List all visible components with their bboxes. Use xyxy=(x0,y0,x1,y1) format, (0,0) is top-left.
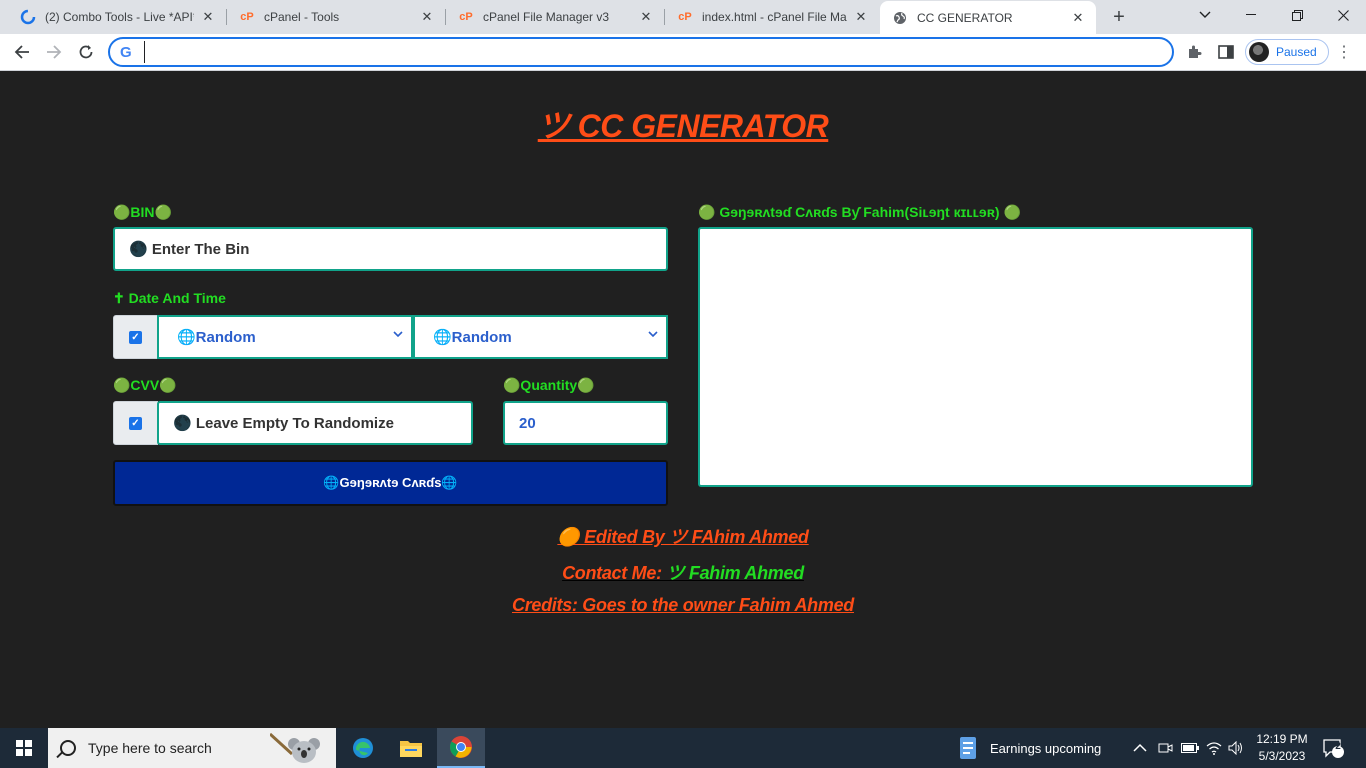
page-title: ツ CC GENERATOR xyxy=(537,108,829,144)
windows-taskbar: Type here to search Earnings upcoming 12… xyxy=(0,728,1366,768)
wifi-icon[interactable] xyxy=(1206,728,1222,768)
browser-toolbar: G Paused ⋮ xyxy=(0,34,1366,71)
tab-title: (2) Combo Tools - Live *API* xyxy=(45,10,194,24)
tab-cpanel-tools[interactable]: cP cPanel - Tools ✕ xyxy=(227,0,445,34)
cvv-checkbox[interactable]: ✓ xyxy=(129,416,142,430)
date-checkbox[interactable]: ✓ xyxy=(129,330,142,344)
tab-cpanel-file-manager[interactable]: cP cPanel File Manager v3 ✕ xyxy=(446,0,664,34)
notification-count: 2 xyxy=(1335,741,1341,752)
bin-input[interactable]: 🌑 Enter The Bin xyxy=(113,227,668,271)
chevron-down-icon xyxy=(648,327,658,341)
combo-tools-favicon xyxy=(20,9,36,25)
news-icon xyxy=(960,737,976,759)
restore-icon[interactable] xyxy=(1274,0,1320,30)
credits-text: Credits: Goes to the owner Fahim Ahmed xyxy=(512,595,854,615)
tab-index-html[interactable]: cP index.html - cPanel File Mana ✕ xyxy=(665,0,879,34)
cpanel-icon: cP xyxy=(678,11,692,23)
globe-icon xyxy=(892,10,908,26)
tab-cc-generator[interactable]: CC GENERATOR ✕ xyxy=(880,1,1096,34)
edge-icon[interactable] xyxy=(339,728,387,768)
back-arrow-icon[interactable] xyxy=(9,39,35,65)
battery-icon[interactable] xyxy=(1181,728,1199,768)
new-tab-icon[interactable]: + xyxy=(1108,6,1130,28)
clock-date: 5/3/2023 xyxy=(1258,749,1306,763)
generate-cards-button[interactable]: 🌐Gɘŋɘʀʌtɘ Cʌʀɗs🌐 xyxy=(113,460,668,506)
contact-link[interactable]: ツ Fahim Ahmed xyxy=(666,563,804,583)
tab-combo-tools[interactable]: (2) Combo Tools - Live *API* ✕ xyxy=(8,0,226,34)
extensions-puzzle-icon[interactable] xyxy=(1184,42,1204,62)
close-icon[interactable]: ✕ xyxy=(419,9,435,25)
close-icon[interactable]: ✕ xyxy=(638,9,654,25)
notifications-icon[interactable]: 2 xyxy=(1322,728,1344,768)
search-placeholder: Type here to search xyxy=(88,740,212,756)
bin-label: 🟢BIN🟢 xyxy=(113,204,172,220)
output-label: 🟢 Gɘŋɘʀʌtɘɗ Cʌʀɗs Bƴ Fahim(Siʟɘŋt кɪʟʟɘʀ… xyxy=(698,204,1021,220)
generated-cards-textarea[interactable] xyxy=(698,227,1253,487)
meet-now-icon[interactable] xyxy=(1157,728,1173,768)
contact-line: Contact Me: ツ Fahim Ahmed xyxy=(0,559,1366,585)
clock-time: 12:19 PM xyxy=(1256,732,1308,746)
tab-title: index.html - cPanel File Mana xyxy=(702,10,847,24)
profile-button[interactable]: Paused xyxy=(1245,39,1329,65)
more-menu-icon[interactable]: ⋮ xyxy=(1336,42,1352,62)
close-icon[interactable]: ✕ xyxy=(200,9,216,25)
volume-icon[interactable] xyxy=(1228,728,1244,768)
cpanel-icon: cP xyxy=(240,11,254,23)
tab-search-icon[interactable] xyxy=(1182,0,1228,30)
edited-by-text: 🟠 Edited By ツ FAhim Ahmed xyxy=(557,527,809,547)
cvv-input[interactable]: 🌑 Leave Empty To Randomize xyxy=(157,401,473,445)
quantity-label: 🟢Quantity🟢 xyxy=(503,377,595,393)
tab-title: cPanel - Tools xyxy=(264,10,340,24)
address-input[interactable] xyxy=(144,41,1172,63)
year-select-value: 🌐Random xyxy=(433,329,512,346)
cpanel-icon: cP xyxy=(459,11,473,23)
avatar xyxy=(1249,42,1269,62)
reload-icon[interactable] xyxy=(73,39,99,65)
month-select-value: 🌐Random xyxy=(177,329,256,346)
window-close-icon[interactable] xyxy=(1320,0,1366,30)
tab-strip: (2) Combo Tools - Live *API* ✕ cP cPanel… xyxy=(0,0,1366,34)
system-clock[interactable]: 12:19 PM 5/3/2023 xyxy=(1248,731,1316,765)
side-panel-icon[interactable] xyxy=(1216,42,1236,62)
page-content: ツ CC GENERATOR 🟢BIN🟢 🌑 Enter The Bin ✝ D… xyxy=(0,71,1366,728)
year-select[interactable]: 🌐Random xyxy=(413,315,668,359)
close-icon[interactable]: ✕ xyxy=(1070,10,1086,26)
forward-arrow-icon[interactable] xyxy=(41,39,67,65)
date-checkbox-wrapper: ✓ xyxy=(113,315,158,359)
minimize-icon[interactable] xyxy=(1228,0,1274,30)
file-explorer-icon[interactable] xyxy=(387,728,435,768)
windows-logo-icon xyxy=(16,740,32,756)
contact-prefix: Contact Me: xyxy=(562,563,667,583)
weather-widget[interactable]: Earnings upcoming xyxy=(958,728,1101,768)
chrome-icon[interactable] xyxy=(437,728,485,768)
tab-title: CC GENERATOR xyxy=(917,10,1013,25)
tab-title: cPanel File Manager v3 xyxy=(483,10,610,24)
date-time-label: ✝ Date And Time xyxy=(113,290,226,306)
cvv-label: 🟢CVV🟢 xyxy=(113,377,177,393)
profile-status: Paused xyxy=(1276,45,1317,59)
taskbar-search[interactable]: Type here to search xyxy=(48,728,336,768)
start-button[interactable] xyxy=(0,728,48,768)
cvv-checkbox-wrapper: ✓ xyxy=(113,401,158,445)
google-g-icon: G xyxy=(120,43,132,61)
quantity-input[interactable]: 20 xyxy=(503,401,668,445)
close-icon[interactable]: ✕ xyxy=(853,9,869,25)
weather-text: Earnings upcoming xyxy=(990,740,1102,756)
month-select[interactable]: 🌐Random xyxy=(157,315,413,359)
search-icon xyxy=(60,740,76,756)
chevron-down-icon xyxy=(393,327,403,341)
koala-illustration-icon xyxy=(268,730,326,766)
address-bar[interactable]: G xyxy=(108,37,1174,67)
chevron-up-icon[interactable] xyxy=(1133,728,1147,768)
